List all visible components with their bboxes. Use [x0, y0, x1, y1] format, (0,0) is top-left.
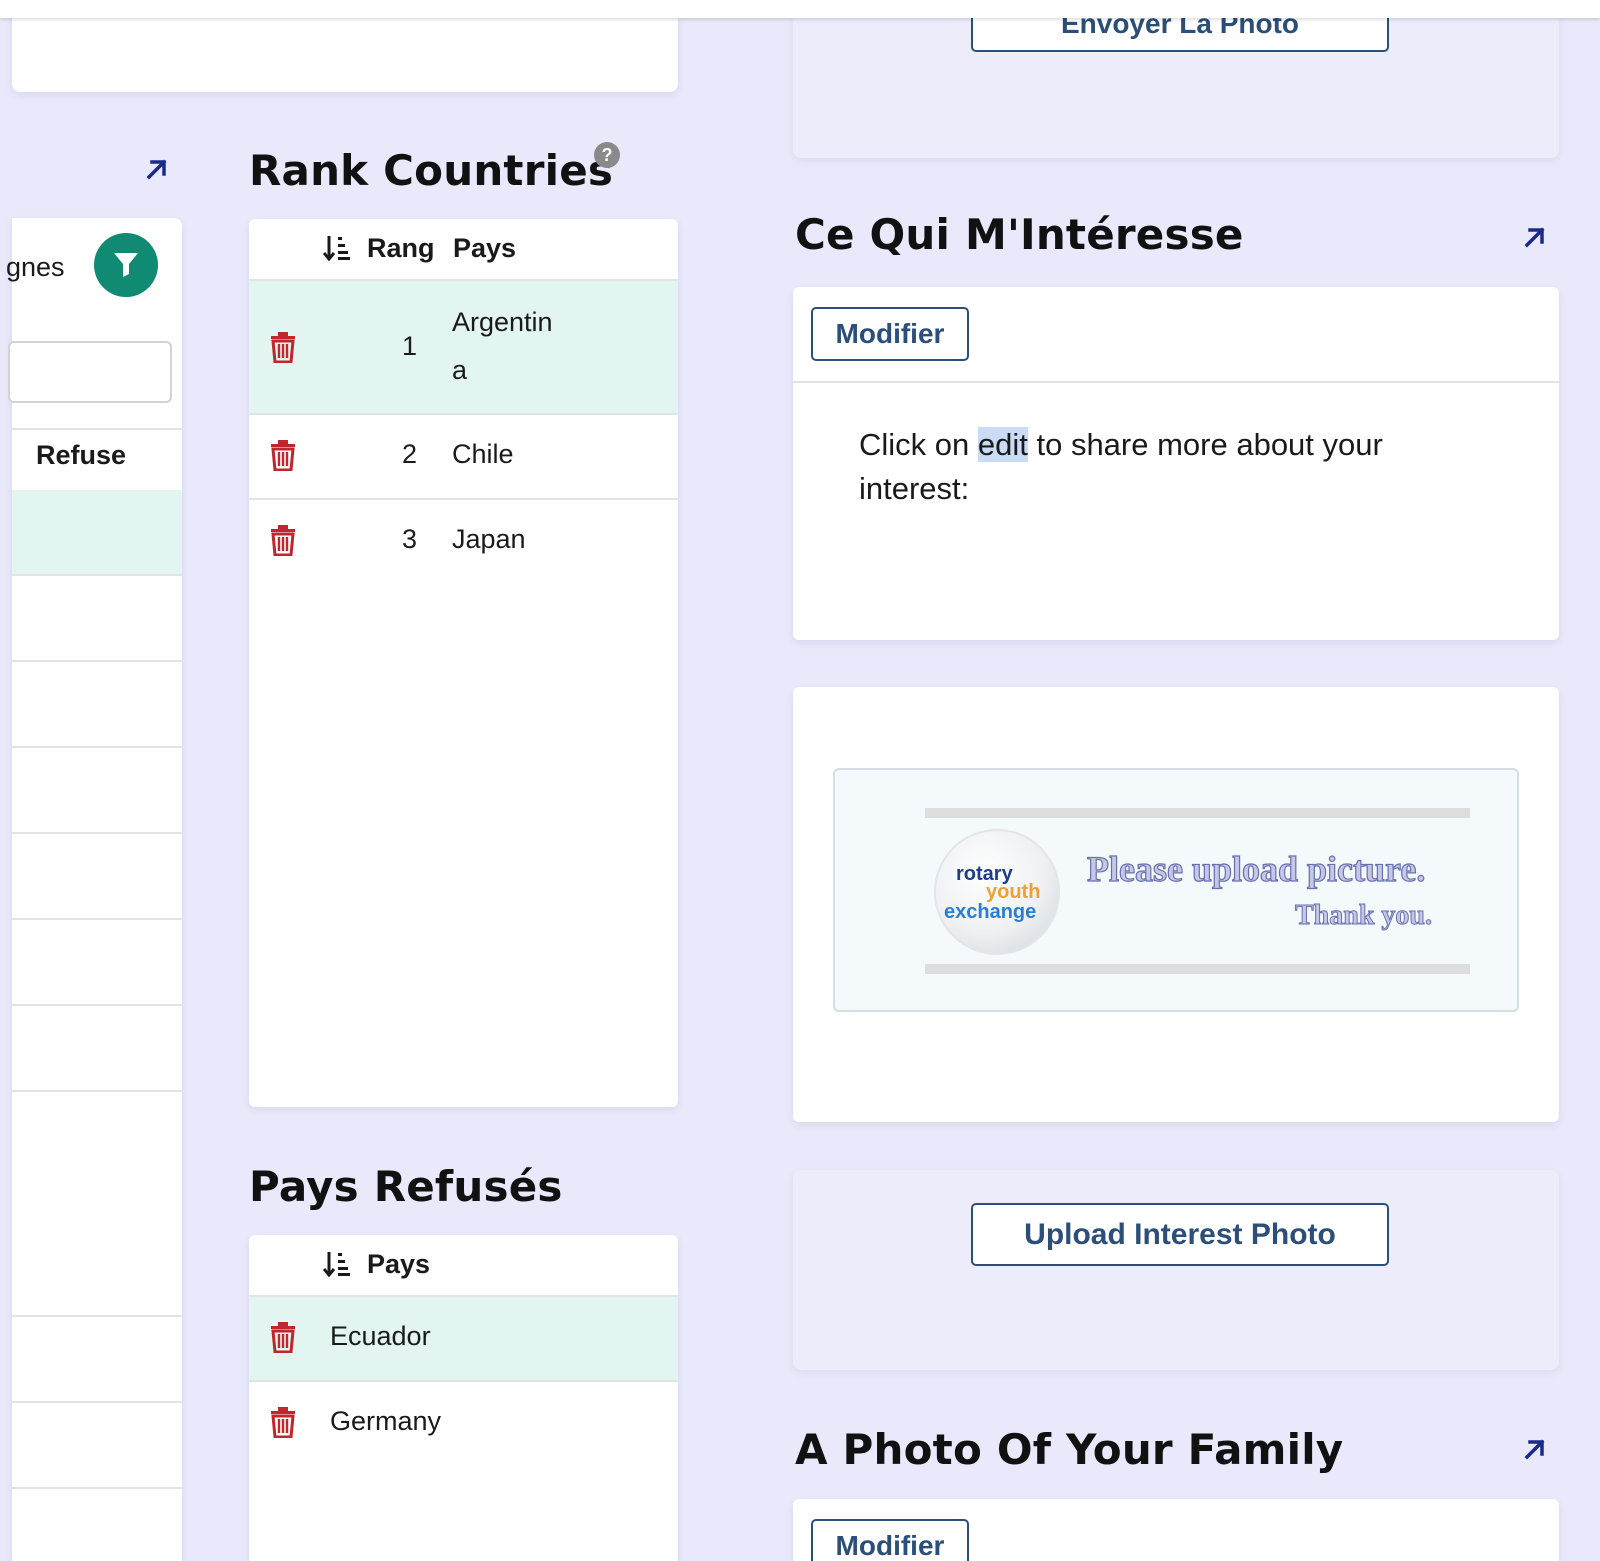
help-icon[interactable]: ? [594, 142, 620, 168]
rotary-logo: rotary youth exchange [934, 829, 1060, 955]
photo-placeholder[interactable]: rotary youth exchange Please upload pict… [833, 768, 1519, 1012]
left-table-card: gnes Refuse [6, 218, 182, 1561]
table-row[interactable] [12, 834, 182, 920]
edit-button[interactable]: Modifier [811, 1519, 969, 1561]
rank-table: Rang Pays 1 Argentin a 2 Chile 3 Japan [249, 219, 678, 1107]
edit-highlight: edit [977, 427, 1028, 462]
country-name: Germany [330, 1406, 442, 1436]
rank-value: 2 [402, 439, 418, 469]
country-name: Ecuador [330, 1321, 431, 1351]
interest-description: Click on edit to share more about your i… [859, 423, 1479, 511]
search-input[interactable] [8, 341, 172, 403]
table-row[interactable] [12, 1403, 182, 1489]
interest-photo-card: rotary youth exchange Please upload pict… [793, 687, 1559, 1122]
trash-icon[interactable] [270, 331, 296, 363]
trash-icon[interactable] [270, 1321, 296, 1353]
edit-button[interactable]: Modifier [811, 307, 969, 361]
column-header-country[interactable]: Pays [453, 233, 516, 264]
table-row[interactable]: Ecuador [249, 1297, 678, 1382]
table-row[interactable] [12, 748, 182, 834]
description-text: Click on [859, 427, 978, 462]
family-photo-title: A Photo Of Your Family [795, 1425, 1344, 1474]
table-row[interactable]: Germany [249, 1382, 678, 1467]
table-header: Rang Pays [249, 219, 678, 281]
interest-title: Ce Qui M'Intéresse [795, 210, 1244, 259]
refused-table: Pays Ecuador Germany [249, 1235, 678, 1561]
table-row[interactable] [12, 576, 182, 662]
column-header-country[interactable]: Pays [367, 1249, 430, 1280]
trash-icon[interactable] [270, 439, 296, 471]
table-row[interactable] [12, 1317, 182, 1403]
top-bar [0, 0, 1600, 18]
filter-label: gnes [6, 252, 65, 282]
expand-arrow-icon[interactable] [142, 154, 172, 184]
trash-icon[interactable] [270, 524, 296, 556]
rank-countries-title: Rank Countries [249, 146, 614, 195]
country-name: Japan [452, 524, 526, 554]
country-name-wrap: a [452, 355, 468, 385]
country-name: Argentin [452, 307, 553, 337]
table-row[interactable] [12, 1092, 182, 1317]
table-row[interactable] [12, 662, 182, 748]
rank-value: 3 [402, 524, 418, 554]
family-photo-card: Modifier [793, 1499, 1559, 1561]
filter-icon [114, 253, 138, 277]
sort-icon[interactable] [322, 1249, 352, 1279]
refused-countries-title: Pays Refusés [249, 1162, 563, 1211]
sort-icon[interactable] [322, 233, 352, 263]
filter-button[interactable] [94, 233, 158, 297]
expand-arrow-icon[interactable] [1520, 1434, 1550, 1464]
top-left-card [12, 10, 678, 92]
interest-card: Modifier Click on edit to share more abo… [793, 287, 1559, 640]
upload-thanks: Thank you. [1295, 900, 1433, 932]
table-row[interactable] [12, 1006, 182, 1092]
country-name: Chile [452, 439, 514, 469]
table-row[interactable] [12, 920, 182, 1006]
expand-arrow-icon[interactable] [1520, 222, 1550, 252]
trash-icon[interactable] [270, 1406, 296, 1438]
upload-interest-panel [793, 1170, 1559, 1370]
rank-value: 1 [402, 331, 418, 361]
upload-interest-photo-button[interactable]: Upload Interest Photo [971, 1203, 1389, 1266]
table-row[interactable]: 3 Japan [249, 500, 678, 585]
column-header-rank[interactable]: Rang [367, 233, 435, 264]
table-row[interactable]: 2 Chile [249, 415, 678, 500]
table-row[interactable] [12, 490, 182, 576]
upload-prompt: Please upload picture. [1086, 848, 1426, 889]
table-header: Pays [249, 1235, 678, 1297]
table-row[interactable]: 1 Argentin a [249, 281, 678, 415]
column-header-refuse[interactable]: Refuse [36, 440, 126, 471]
